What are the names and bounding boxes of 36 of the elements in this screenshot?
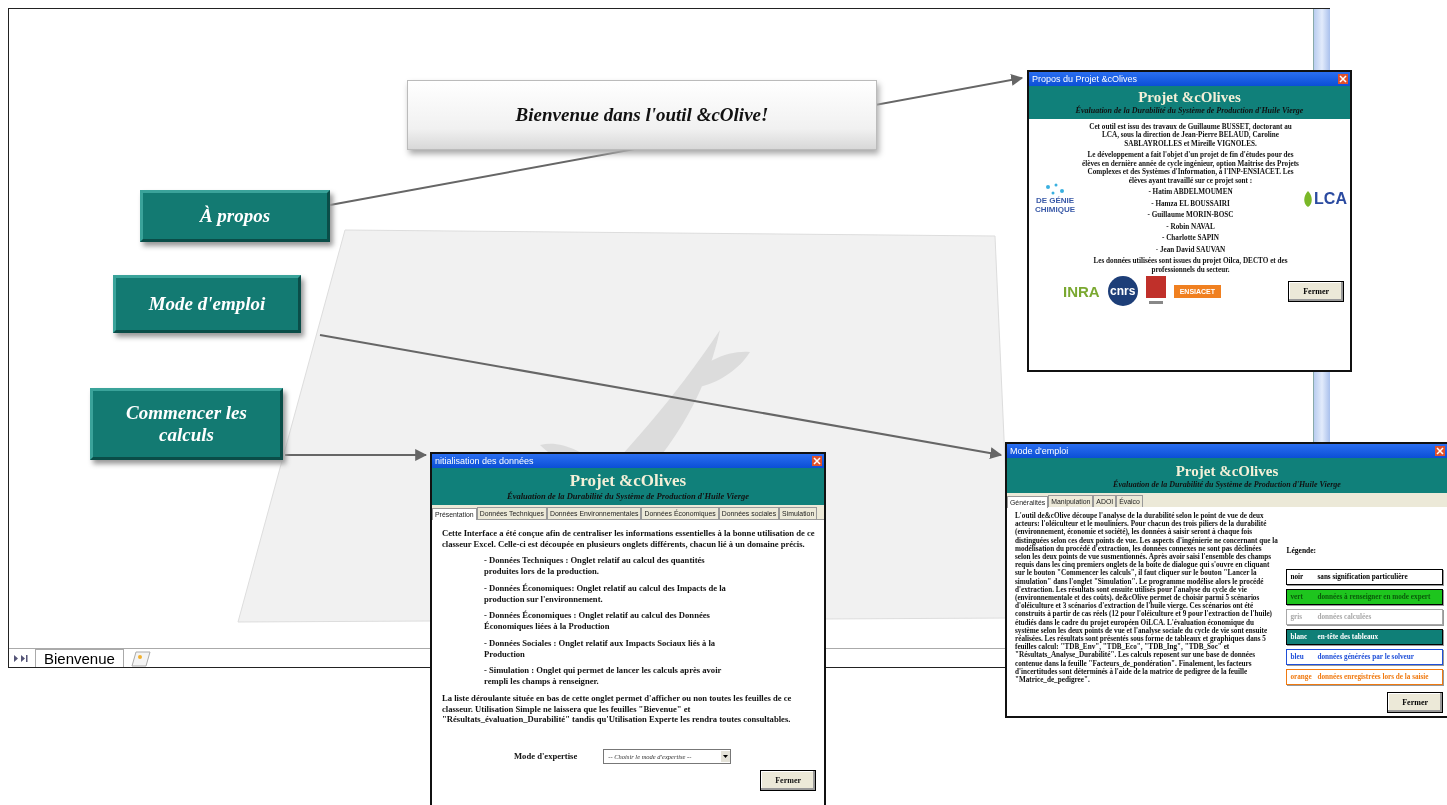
dialog-subtitle: Évaluation de la Durabilité du Système de Production d'Huile Vierge xyxy=(507,491,749,501)
university-logo-icon xyxy=(1145,276,1166,307)
tab-description: - Données Techniques : Onglet relatif au calcul des quantités produites lors de la production. xyxy=(484,555,706,577)
sheet-tab[interactable]: Bienvenue xyxy=(35,649,124,667)
close-icon[interactable] xyxy=(812,456,822,466)
tab-description: - Données Économiques : Onglet relatif au calcul des Données Économiques liées à la Production xyxy=(484,610,711,632)
lab-logo-text: DE GÉNIE CHIMIQUE xyxy=(1034,197,1076,214)
tab-description: - Données Économiques: Onglet relatif au calcul des Impacts de la production sur l'environnement. xyxy=(484,582,727,605)
close-icon[interactable] xyxy=(1338,74,1348,84)
dialog-subtitle: Évaluation de la Durabilité du Système de Production d'Huile Vierge xyxy=(1075,106,1304,115)
menu-button[interactable]: Commencer les calculs xyxy=(90,388,283,460)
dialog-title: Projet &cOlives xyxy=(1138,89,1241,106)
close-icon[interactable] xyxy=(1435,446,1445,456)
note-paragraph: La liste déroulante située en bas de cette onglet permet d'afficher ou non toutes les feuilles de ce classeur. Utilisation Simple ne laissera que les feuilles "Bievenue" et "Résultats_évaluation_Durabilité" tandis qu'Utilisation Experte les rendra toutes consultables. xyxy=(442,692,793,725)
menu-button[interactable]: À propos xyxy=(140,190,330,242)
close-button[interactable]: Fermer xyxy=(1387,692,1443,713)
close-button[interactable]: Fermer xyxy=(1288,280,1344,302)
mode-label: Mode d'expertise xyxy=(514,751,578,762)
tab-description: - Simulation : Onglet qui permet de lancer les calculs après avoir rempli les champs à renseigner. xyxy=(484,665,723,687)
lca-logo-text: LCA xyxy=(1314,189,1347,208)
window-title: nitialisation des données xyxy=(435,456,534,466)
inra-logo-text: INRA xyxy=(1063,282,1100,300)
new-sheet-icon[interactable] xyxy=(129,650,152,667)
dialog-subtitle: Évaluation de la Durabilité du Système de Production d'Huile Vierge xyxy=(1113,480,1341,489)
cnrs-logo: cnrs xyxy=(1107,276,1138,307)
sheet-nav-icon[interactable] xyxy=(13,653,29,663)
dialog-title: Projet &cOlives xyxy=(569,471,687,491)
tab-description: - Données Sociales : Onglet relatif aux Impacts Sociaux liés à la Production xyxy=(484,637,717,660)
intro-paragraph: Cette Interface a été conçue afin de centraliser les informations essentielles à la bonne utilisation de ce classeur Excel. Celle-ci est découpée en plusieurs onglets différents, chacun lié à un domaine précis. xyxy=(442,528,816,550)
window-title: Propos du Projet &cOlives xyxy=(1032,74,1138,84)
dialog-title: Projet &cOlives xyxy=(1175,463,1279,480)
leaf-icon xyxy=(1303,189,1314,208)
close-button[interactable]: Fermer xyxy=(760,770,816,791)
welcome-title: Bienvenue dans l'outil &cOlive! xyxy=(407,80,877,150)
menu-button[interactable]: Mode d'emploi xyxy=(113,275,301,333)
window-title: Mode d'emploi xyxy=(1010,446,1069,456)
